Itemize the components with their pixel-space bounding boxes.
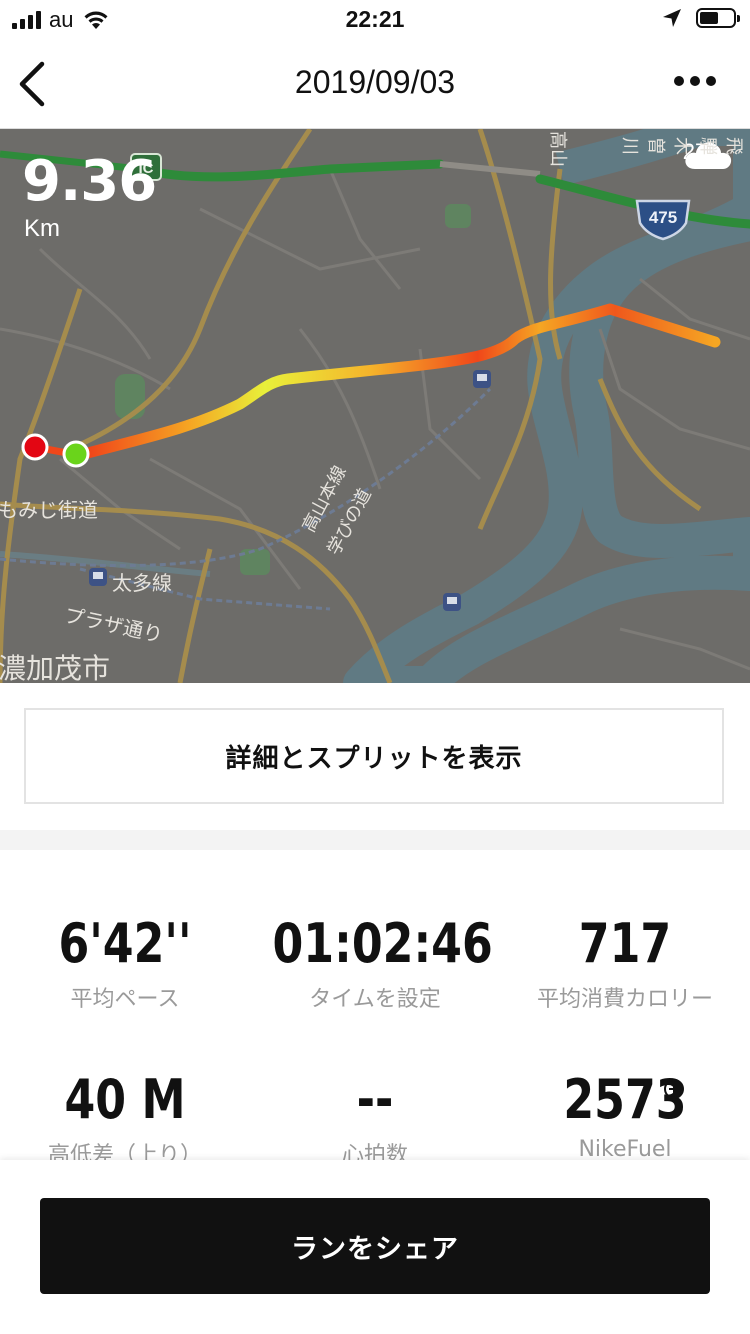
stat-nikefuel: 2573 NikeFuel [500, 1068, 750, 1160]
stat-elevation-gain: 40 M 高低差（上り） [0, 1068, 250, 1160]
map-label-city: 濃加茂市 [0, 652, 111, 683]
stat-calories: 717 平均消費カロリー [500, 912, 750, 1013]
stat-heart-rate: -- 心拍数 [250, 1068, 500, 1160]
map-label-top-road: 高山 [547, 131, 568, 167]
battery-icon [696, 8, 740, 28]
more-dots-icon[interactable] [674, 76, 716, 86]
route-map[interactable]: IC 475 9.36 Km もみじ街道 高山本線 学びの道 太多線 プラザ通り… [0, 129, 750, 683]
map-label-right-road: 飛騨木曽川 [619, 137, 744, 155]
end-marker [21, 433, 49, 461]
stat-value: 40 M [64, 1068, 186, 1131]
share-run-button[interactable]: ランをシェア [40, 1198, 710, 1294]
location-arrow-icon [663, 9, 681, 27]
plus-circle-icon [664, 1079, 684, 1099]
stat-value: 6'42'' [58, 912, 192, 975]
start-marker [62, 440, 90, 468]
status-right [662, 8, 740, 28]
park [115, 374, 145, 419]
footer: ランをシェア [0, 1160, 750, 1334]
stat-label: タイムを設定 [309, 987, 441, 1012]
train-station-icon [443, 593, 461, 611]
stat-label: 平均消費カロリー [536, 987, 713, 1012]
stat-label: 心拍数 [341, 1143, 408, 1160]
highway [135, 159, 445, 182]
nav-bar: 2019/09/03 [0, 40, 750, 129]
park [445, 204, 471, 228]
section-divider [0, 830, 750, 850]
train-station-icon [89, 568, 107, 586]
stat-value: -- [356, 1068, 394, 1131]
distance-value: 9.36 [22, 149, 157, 214]
run-route-path [74, 303, 721, 461]
stat-time: 01:02:46 タイムを設定 [250, 912, 500, 1013]
map-label-momiji: もみじ街道 [0, 498, 98, 522]
stat-label: 高低差（上り） [47, 1143, 202, 1160]
stat-avg-pace: 6'42'' 平均ペース [0, 912, 250, 1013]
details-section: 詳細とスプリットを表示 [0, 684, 750, 830]
stat-label: NikeFuel [578, 1137, 672, 1160]
train-station-icon [473, 370, 491, 388]
page-title: 2019/09/03 [294, 64, 456, 100]
details-splits-button[interactable]: 詳細とスプリットを表示 [24, 708, 724, 804]
stats-grid: 6'42'' 平均ペース 01:02:46 タイムを設定 717 平均消費カロリ… [0, 850, 750, 1160]
stat-label: 平均ペース [70, 987, 180, 1012]
route-shield-label: 475 [649, 208, 677, 227]
stat-value: 2573 [563, 1068, 687, 1131]
stat-value: 01:02:46 [272, 912, 493, 975]
distance-unit: Km [24, 215, 60, 242]
status-time: 22:21 [345, 6, 405, 32]
stat-value: 717 [578, 912, 672, 975]
map-label-tada-line: 太多線 [112, 571, 172, 595]
status-bar: au 22:21 [0, 0, 750, 40]
